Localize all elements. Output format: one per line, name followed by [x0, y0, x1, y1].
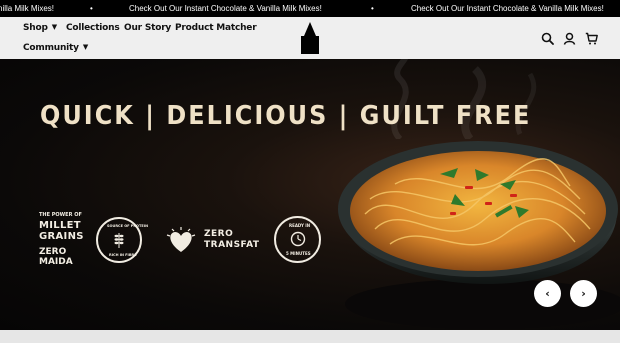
chevron-down-icon: ▼ [82, 43, 88, 51]
badge-zero-transfat-line2: TRANSFAT [204, 240, 260, 250]
nav-community[interactable]: Community ▼ [23, 43, 88, 53]
badge-protein-bottom: RICH IN FIBRE [109, 253, 137, 257]
announcement-text[interactable]: nilla Milk Mixes! [0, 0, 54, 17]
nav-product-matcher[interactable]: Product Matcher [175, 23, 257, 33]
heart-icon [166, 227, 196, 252]
wheat-icon [114, 233, 124, 248]
nav-collections[interactable]: Collections [66, 23, 120, 33]
account-icon[interactable] [563, 32, 576, 45]
badge-ready: READY IN 5 MINUTES [274, 216, 321, 263]
badge-ready-top: READY IN [289, 223, 311, 228]
badge-protein-top: SOURCE OF PROTEIN [107, 224, 149, 228]
carousel-next-button[interactable]: › [570, 280, 597, 307]
badge-zero-maida-line2: MAIDA [39, 257, 73, 267]
announcement-separator: • [371, 4, 374, 13]
chevron-down-icon: ▼ [51, 23, 57, 31]
badge-millet-line1: MILLET [39, 220, 81, 231]
hero-banner: QUICK | DELICIOUS | GUILT FREE THE POWER… [0, 59, 620, 330]
nav-shop[interactable]: Shop ▼ [23, 23, 57, 33]
chevron-left-icon: ‹ [545, 287, 550, 300]
announcement-text[interactable]: Check Out Our Instant Chocolate & Vanill… [411, 0, 604, 17]
badge-millet-line2: GRAINS [39, 231, 84, 242]
brand-logo[interactable] [300, 22, 320, 54]
announcement-bar: nilla Milk Mixes! • Check Out Our Instan… [0, 0, 620, 17]
nav-our-story[interactable]: Our Story [124, 23, 171, 33]
badge-protein: SOURCE OF PROTEIN RICH IN FIBRE [96, 217, 148, 263]
cart-icon[interactable] [585, 32, 598, 45]
carousel-prev-button[interactable]: ‹ [534, 280, 561, 307]
page-below-hero [0, 330, 620, 343]
announcement-text[interactable]: Check Out Our Instant Chocolate & Vanill… [129, 0, 322, 17]
announcement-separator: • [90, 4, 93, 13]
clock-icon [290, 231, 306, 247]
badge-ready-bottom: 5 MINUTES [286, 251, 311, 256]
search-icon[interactable] [541, 32, 554, 45]
chevron-right-icon: › [581, 287, 586, 300]
badge-millet-power: THE POWER OF [39, 212, 82, 218]
badge-zero-maida-line1: ZERO [39, 247, 67, 257]
badge-zero-transfat-line1: ZERO [204, 229, 234, 239]
site-header: Shop ▼ Collections Our Story Product Matc… [0, 17, 620, 59]
